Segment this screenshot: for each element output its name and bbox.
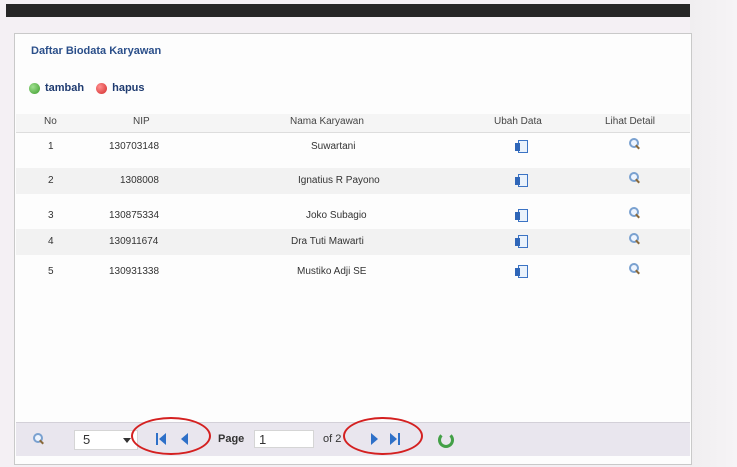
pagination-bar: 5 Page of 2 bbox=[16, 417, 690, 456]
table-row[interactable]: 3 130875334 Joko Subagio bbox=[16, 202, 690, 228]
cell-no: 2 bbox=[48, 175, 54, 186]
cell-nama: Ignatius R Payono bbox=[298, 175, 380, 186]
scan-margin bbox=[690, 0, 737, 467]
view-detail-icon[interactable] bbox=[628, 263, 640, 275]
edit-icon[interactable] bbox=[515, 234, 528, 248]
column-header-lihat-detail[interactable]: Lihat Detail bbox=[605, 116, 655, 127]
delete-button[interactable]: hapus bbox=[96, 82, 145, 94]
edit-icon[interactable] bbox=[515, 208, 528, 222]
cell-nip: 130703148 bbox=[109, 141, 160, 152]
cell-nama: Suwartani bbox=[311, 141, 356, 152]
search-icon[interactable] bbox=[32, 433, 44, 445]
add-icon bbox=[29, 82, 40, 94]
highlight-ring-prev-nav bbox=[131, 417, 211, 455]
view-detail-icon[interactable] bbox=[628, 138, 640, 150]
top-dark-bar bbox=[6, 4, 692, 17]
delete-button-label: hapus bbox=[112, 82, 145, 94]
view-detail-icon[interactable] bbox=[628, 172, 640, 184]
column-header-ubah-data[interactable]: Ubah Data bbox=[494, 116, 542, 127]
page-number-input[interactable] bbox=[254, 430, 314, 448]
delete-icon bbox=[96, 82, 108, 94]
cell-no: 1 bbox=[48, 141, 54, 152]
page-total-label: of 2 bbox=[323, 433, 342, 445]
table-row[interactable]: 1 130703148 Suwartani bbox=[16, 134, 690, 160]
cell-nip: 130911674 bbox=[109, 236, 159, 247]
grid-toolbar: tambah hapus bbox=[29, 80, 157, 96]
highlight-ring-next-nav bbox=[343, 417, 423, 455]
page-label: Page bbox=[218, 433, 245, 445]
add-button-label: tambah bbox=[45, 82, 85, 94]
edit-icon[interactable] bbox=[515, 139, 528, 153]
page-size-select[interactable]: 5 bbox=[74, 430, 138, 450]
refresh-icon[interactable] bbox=[438, 432, 454, 448]
column-header-no[interactable]: No bbox=[44, 116, 57, 127]
add-button[interactable]: tambah bbox=[29, 82, 84, 94]
cell-no: 4 bbox=[48, 236, 54, 247]
employee-biodata-panel: Daftar Biodata Karyawan tambah hapus No … bbox=[14, 33, 692, 465]
cell-no: 5 bbox=[48, 266, 54, 277]
page-size-value: 5 bbox=[83, 432, 91, 447]
edit-icon[interactable] bbox=[515, 264, 528, 278]
cell-nama: Dra Tuti Mawarti bbox=[291, 236, 364, 247]
view-detail-icon[interactable] bbox=[628, 233, 640, 245]
chevron-down-icon bbox=[123, 438, 131, 443]
table-row[interactable]: 5 130931338 Mustiko Adji SE bbox=[16, 258, 690, 284]
cell-nip: 130875334 bbox=[109, 210, 160, 221]
cell-no: 3 bbox=[48, 210, 54, 221]
grid-header: No NIP Nama Karyawan Ubah Data Lihat Det… bbox=[16, 114, 690, 133]
table-row[interactable]: 2 1308008 Ignatius R Payono bbox=[16, 168, 690, 194]
view-detail-icon[interactable] bbox=[628, 207, 640, 219]
column-header-nip[interactable]: NIP bbox=[133, 116, 150, 127]
cell-nip: 1308008 bbox=[120, 175, 159, 186]
column-header-nama[interactable]: Nama Karyawan bbox=[290, 116, 364, 127]
cell-nama: Joko Subagio bbox=[306, 210, 367, 221]
table-row[interactable]: 4 130911674 Dra Tuti Mawarti bbox=[16, 229, 690, 255]
edit-icon[interactable] bbox=[515, 173, 528, 187]
cell-nama: Mustiko Adji SE bbox=[297, 266, 367, 277]
cell-nip: 130931338 bbox=[109, 266, 160, 277]
panel-title: Daftar Biodata Karyawan bbox=[31, 45, 162, 57]
